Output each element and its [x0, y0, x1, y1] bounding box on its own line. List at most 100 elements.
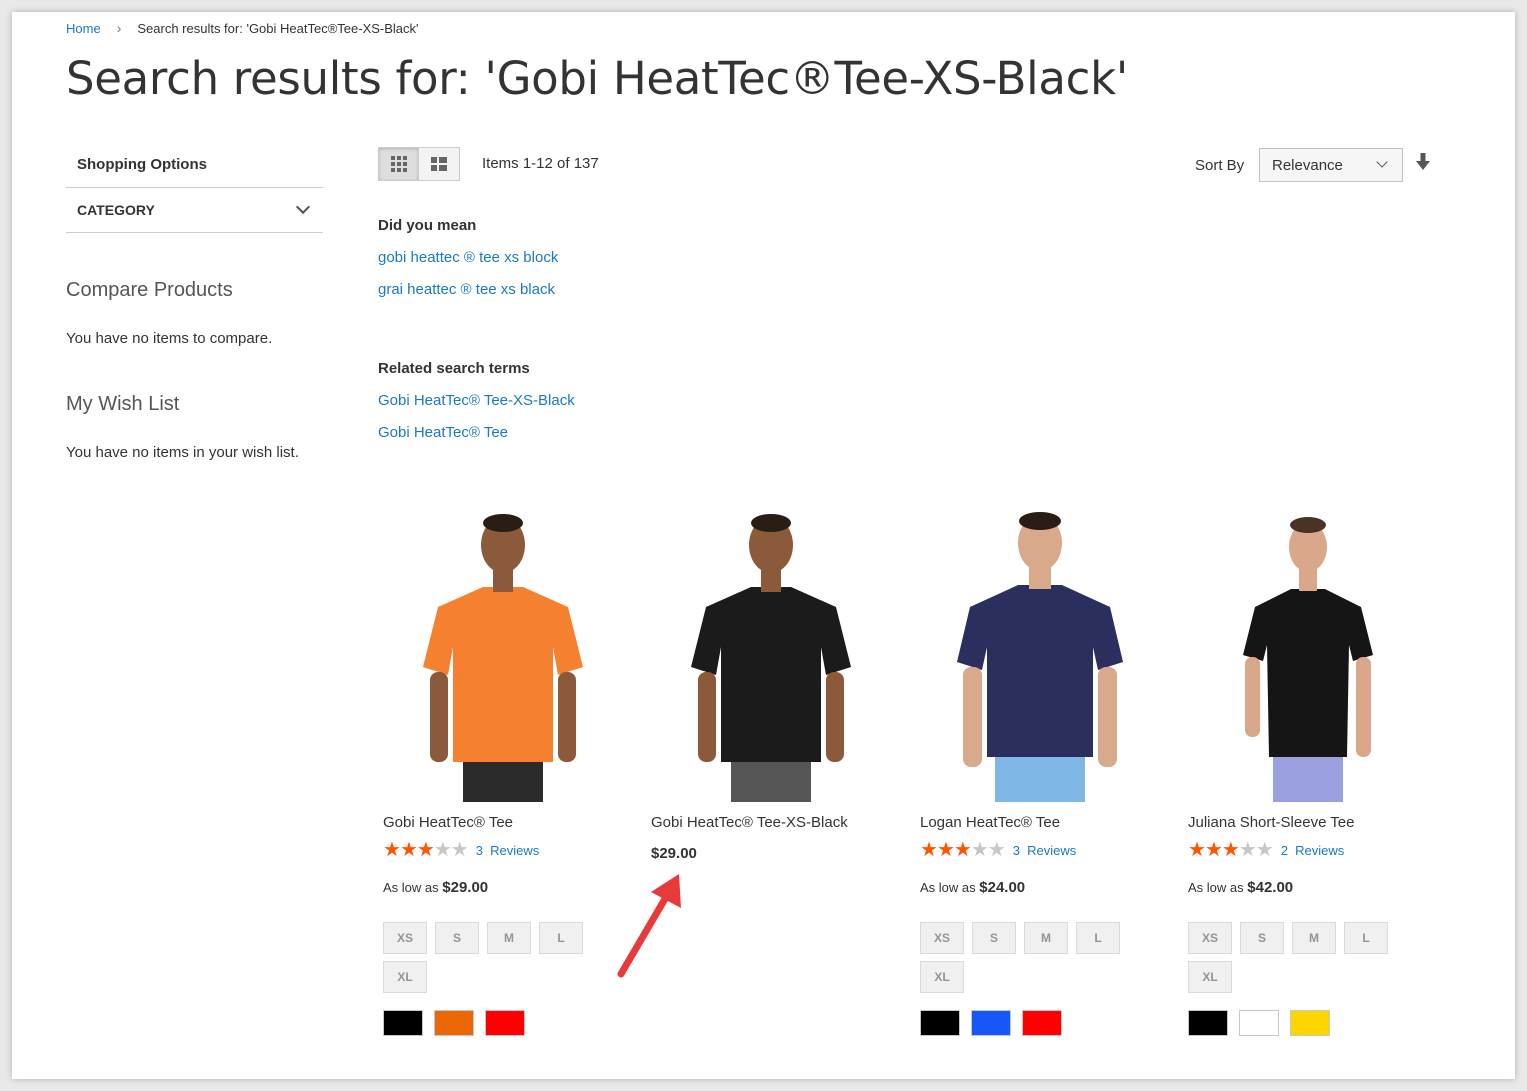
rating-stars: ★★★★★ — [383, 839, 469, 861]
price-prefix: As low as — [920, 880, 976, 895]
product-image[interactable] — [378, 507, 628, 802]
page-title: Search results for: 'Gobi HeatTec®Tee-XS… — [66, 52, 1128, 105]
did-you-mean-heading: Did you mean — [378, 217, 477, 234]
product-card: Gobi HeatTec® Tee-XS-Black $29.00 — [646, 507, 896, 862]
chevron-down-icon — [295, 199, 311, 215]
category-filter-toggle[interactable]: CATEGORY — [66, 187, 323, 233]
color-swatch[interactable] — [971, 1010, 1011, 1036]
color-swatch[interactable] — [1239, 1010, 1279, 1036]
list-view-button[interactable] — [419, 147, 460, 181]
product-rating: ★★★★★ 2 Reviews — [1183, 839, 1433, 861]
suggestion-link[interactable]: gobi heattec ® tee xs block — [378, 249, 558, 266]
wishlist-title: My Wish List — [66, 393, 180, 415]
size-option[interactable]: L — [1344, 922, 1388, 954]
size-options: XS S M L XL — [378, 922, 593, 993]
product-photo — [1243, 517, 1373, 802]
size-options: XS S M L XL — [915, 922, 1130, 993]
grid-icon — [390, 156, 407, 172]
product-name-link[interactable]: Gobi HeatTec® Tee — [378, 814, 628, 831]
product-price: As low as $29.00 — [378, 879, 628, 896]
star-icon: ★ — [1188, 839, 1206, 861]
star-icon: ★ — [987, 839, 1006, 861]
arrow-down-icon — [1416, 153, 1430, 170]
reviews-link[interactable]: 2 Reviews — [1281, 843, 1345, 858]
grid-view-button[interactable] — [378, 147, 419, 181]
size-option[interactable]: XL — [383, 961, 427, 993]
size-option[interactable]: XS — [383, 922, 427, 954]
sidebar: Shopping Options CATEGORY Compare Produc… — [66, 142, 323, 461]
product-shirt — [1243, 589, 1373, 757]
star-icon: ★ — [1221, 839, 1240, 861]
color-swatches — [1183, 1010, 1433, 1036]
size-option[interactable]: M — [1292, 922, 1336, 954]
sort-direction-button[interactable] — [1416, 153, 1430, 176]
color-swatch[interactable] — [434, 1010, 474, 1036]
color-swatches — [915, 1010, 1165, 1036]
list-icon — [431, 157, 447, 171]
star-icon: ★ — [1238, 839, 1257, 861]
star-icon: ★ — [433, 839, 452, 861]
color-swatch[interactable] — [1188, 1010, 1228, 1036]
wishlist-empty-text: You have no items in your wish list. — [66, 444, 299, 461]
color-swatch[interactable] — [1022, 1010, 1062, 1036]
product-image[interactable] — [646, 507, 896, 802]
related-term-link[interactable]: Gobi HeatTec® Tee — [378, 424, 575, 441]
rating-stars: ★★★★★ — [1188, 839, 1274, 861]
reviews-link[interactable]: 3 Reviews — [1013, 843, 1077, 858]
price-value: $24.00 — [979, 879, 1026, 896]
sort-by-select[interactable]: Relevance — [1259, 148, 1403, 182]
color-swatch[interactable] — [920, 1010, 960, 1036]
related-search-terms-block: Related search terms Gobi HeatTec® Tee-X… — [378, 360, 575, 441]
product-card: Logan HeatTec® Tee ★★★★★ 3 Reviews As lo… — [915, 507, 1165, 1036]
star-icon: ★ — [383, 839, 401, 861]
size-option[interactable]: XL — [1188, 961, 1232, 993]
product-card: Juliana Short-Sleeve Tee ★★★★★ 2 Reviews… — [1183, 507, 1433, 1036]
product-name-link[interactable]: Gobi HeatTec® Tee-XS-Black — [646, 814, 896, 831]
product-photo — [691, 514, 851, 802]
size-option[interactable]: L — [539, 922, 583, 954]
sort-by-label: Sort By — [1195, 157, 1245, 174]
arrow-shaft — [617, 888, 673, 978]
rating-stars: ★★★★★ — [920, 839, 1006, 861]
did-you-mean-block: Did you mean gobi heattec ® tee xs block… — [378, 217, 558, 298]
color-swatch[interactable] — [1290, 1010, 1330, 1036]
product-price: As low as $42.00 — [1183, 879, 1433, 896]
size-option[interactable]: L — [1076, 922, 1120, 954]
page-frame: Home › Search results for: 'Gobi HeatTec… — [12, 12, 1515, 1079]
star-icon: ★ — [920, 839, 938, 861]
related-search-terms-heading: Related search terms — [378, 360, 530, 377]
product-name-link[interactable]: Juliana Short-Sleeve Tee — [1183, 814, 1433, 831]
star-icon: ★ — [1204, 839, 1223, 861]
items-count: Items 1-12 of 137 — [482, 155, 599, 172]
category-filter-label: CATEGORY — [77, 202, 155, 218]
related-term-link[interactable]: Gobi HeatTec® Tee-XS-Black — [378, 392, 575, 409]
breadcrumb: Home › Search results for: 'Gobi HeatTec… — [66, 20, 419, 36]
breadcrumb-separator: › — [116, 20, 122, 36]
size-option[interactable]: XL — [920, 961, 964, 993]
reviews-link[interactable]: 3 Reviews — [476, 843, 540, 858]
star-icon: ★ — [953, 839, 972, 861]
color-swatch[interactable] — [485, 1010, 525, 1036]
size-option[interactable]: M — [487, 922, 531, 954]
chevron-down-icon — [1376, 156, 1388, 168]
product-name-link[interactable]: Logan HeatTec® Tee — [915, 814, 1165, 831]
size-option[interactable]: XS — [1188, 922, 1232, 954]
product-image[interactable] — [915, 507, 1165, 802]
suggestion-link[interactable]: grai heattec ® tee xs black — [378, 281, 558, 298]
product-rating: ★★★★★ 3 Reviews — [378, 839, 628, 861]
size-option[interactable]: XS — [920, 922, 964, 954]
star-icon: ★ — [936, 839, 955, 861]
product-image[interactable] — [1183, 507, 1433, 802]
price-prefix: As low as — [383, 880, 439, 895]
size-option[interactable]: S — [1240, 922, 1284, 954]
product-card: Gobi HeatTec® Tee ★★★★★ 3 Reviews As low… — [378, 507, 628, 1036]
star-icon: ★ — [1255, 839, 1274, 861]
size-option[interactable]: S — [972, 922, 1016, 954]
size-option[interactable]: M — [1024, 922, 1068, 954]
price-value: $29.00 — [442, 879, 489, 896]
breadcrumb-home-link[interactable]: Home — [66, 21, 101, 36]
product-photo — [957, 512, 1123, 802]
size-option[interactable]: S — [435, 922, 479, 954]
color-swatch[interactable] — [383, 1010, 423, 1036]
star-icon: ★ — [450, 839, 469, 861]
